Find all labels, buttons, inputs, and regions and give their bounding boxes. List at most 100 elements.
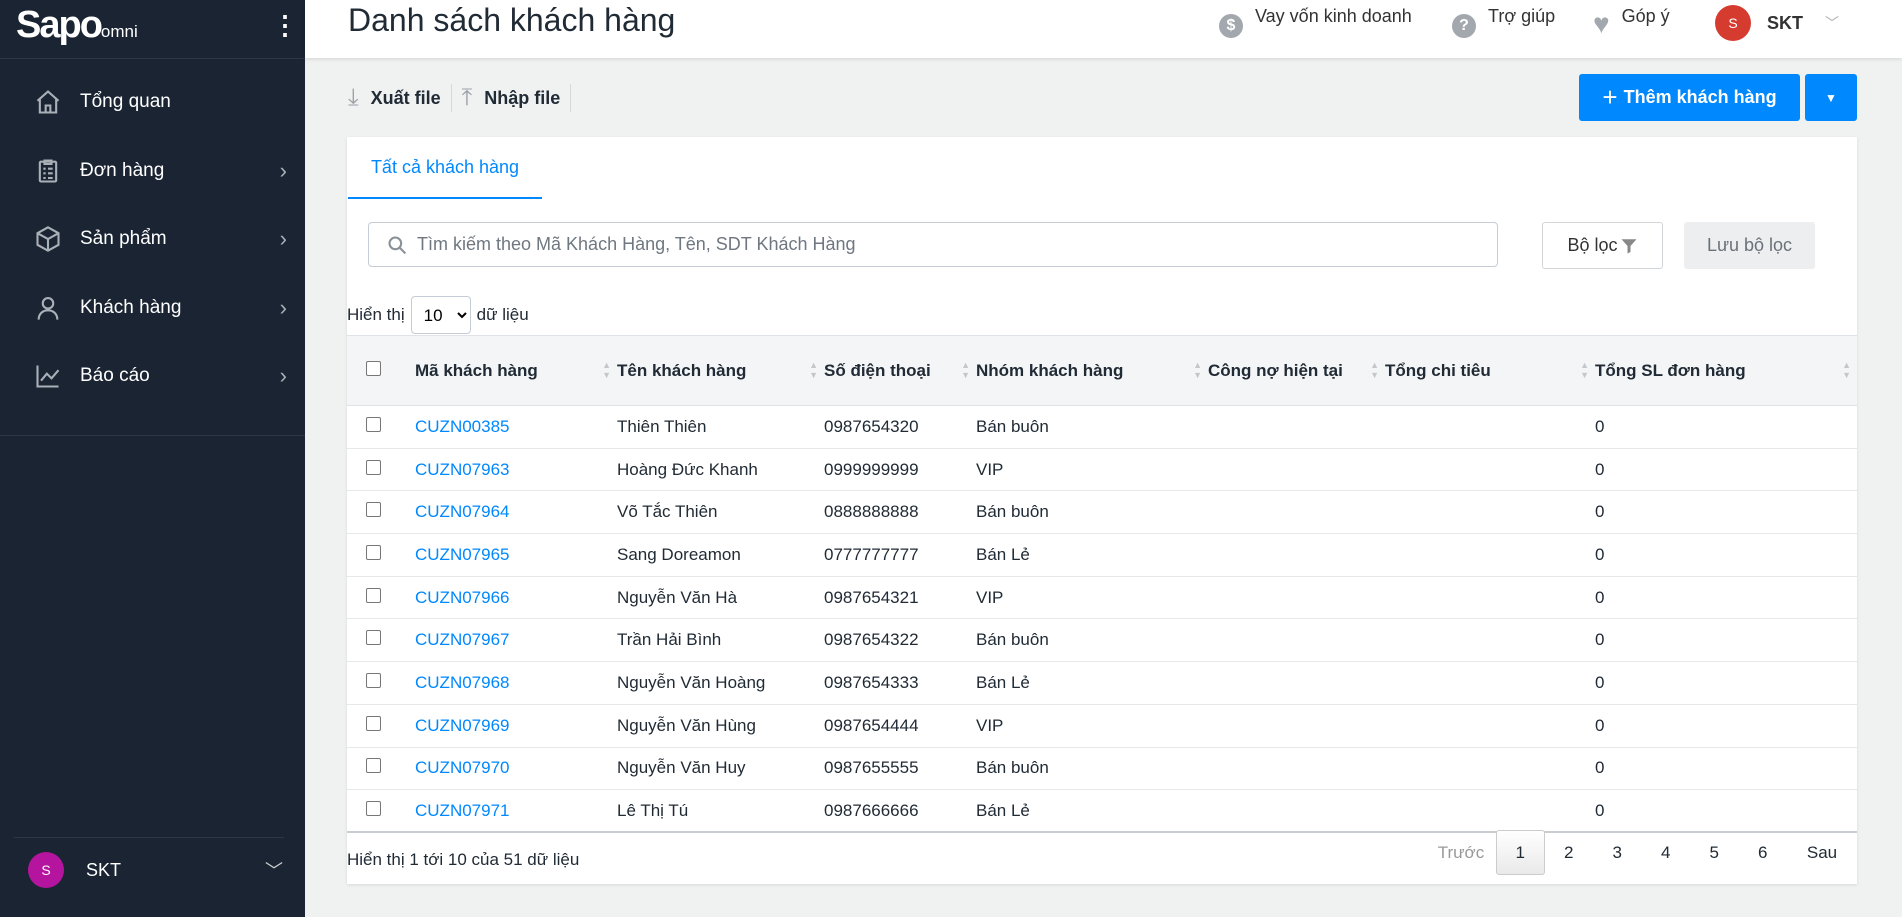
next-page-button[interactable]: Sau bbox=[1787, 830, 1857, 875]
customer-code-link[interactable]: CUZN07967 bbox=[415, 630, 510, 649]
cell-code: CUZN07965 bbox=[415, 533, 617, 577]
chevron-down-icon: ﹀ bbox=[265, 861, 283, 881]
sort-icon[interactable]: ▲ ▼ bbox=[1580, 360, 1589, 380]
page-title: Danh sách khách hàng bbox=[348, 2, 676, 38]
page-button[interactable]: 6 bbox=[1739, 830, 1788, 875]
customer-code-link[interactable]: CUZN07969 bbox=[415, 716, 510, 735]
export-button[interactable]: ⤓ Xuất file bbox=[348, 84, 452, 112]
sort-icon[interactable]: ▲ ▼ bbox=[1370, 360, 1379, 380]
customer-code-link[interactable]: CUZN07964 bbox=[415, 502, 510, 521]
sort-icon[interactable]: ▲ ▼ bbox=[1193, 360, 1202, 380]
table-row[interactable]: CUZN07964 Võ Tắc Thiên 0888888888 Bán buôn 0 bbox=[347, 490, 1857, 535]
sidebar-item-overview[interactable]: Tổng quan bbox=[0, 76, 305, 128]
sidebar-item-customers[interactable]: Khách hàng › bbox=[0, 282, 305, 334]
sort-icon[interactable]: ▲ ▼ bbox=[809, 360, 818, 380]
customer-code-link[interactable]: CUZN07965 bbox=[415, 545, 510, 564]
column-header[interactable]: Mã khách hàng ▲ ▼ bbox=[415, 335, 617, 406]
table-cell: Lê Thị Tú bbox=[617, 789, 824, 834]
column-header[interactable]: Nhóm khách hàng ▲ ▼ bbox=[976, 335, 1208, 406]
table-cell bbox=[1208, 576, 1385, 620]
prev-page-button[interactable]: Trước bbox=[1426, 830, 1496, 875]
column-header[interactable]: Tổng chi tiêu ▲ ▼ bbox=[1385, 335, 1595, 406]
customer-card: Tất cả khách hàng Bộ lọc Lưu bộ lọc Hiển… bbox=[347, 137, 1857, 884]
page-button[interactable]: 1 bbox=[1496, 830, 1545, 875]
table-row[interactable]: CUZN07966 Nguyễn Văn Hà 0987654321 VIP 0 bbox=[347, 576, 1857, 620]
table-cell bbox=[1385, 747, 1595, 791]
add-customer-button[interactable]: + Thêm khách hàng bbox=[1579, 74, 1800, 121]
table-cell: 0987666666 bbox=[824, 789, 976, 834]
row-checkbox[interactable] bbox=[366, 630, 381, 646]
save-filter-button[interactable]: Lưu bộ lọc bbox=[1684, 222, 1815, 269]
select-all-checkbox[interactable] bbox=[366, 360, 381, 376]
row-checkbox[interactable] bbox=[366, 502, 381, 518]
row-checkbox[interactable] bbox=[366, 672, 381, 688]
table-row[interactable]: CUZN07971 Lê Thị Tú 0987666666 Bán Lẻ 0 bbox=[347, 789, 1857, 834]
sidebar-user[interactable]: S SKT ﹀ bbox=[28, 852, 283, 888]
column-header-label: Mã khách hàng bbox=[415, 360, 538, 380]
row-checkbox[interactable] bbox=[366, 587, 381, 603]
funnel-icon bbox=[1621, 238, 1637, 253]
page-size-select[interactable]: 10 bbox=[410, 296, 471, 334]
loan-link[interactable]: $ Vay vốn kinh doanh bbox=[1219, 6, 1412, 38]
table-cell: Sang Doreamon bbox=[617, 533, 824, 577]
feedback-link[interactable]: ♥ Góp ý bbox=[1593, 6, 1670, 38]
row-checkbox[interactable] bbox=[366, 544, 381, 560]
import-button[interactable]: ⤒ Nhập file bbox=[462, 84, 572, 112]
sort-icon[interactable]: ▲ ▼ bbox=[1842, 360, 1851, 380]
page-button[interactable]: 3 bbox=[1593, 830, 1642, 875]
more-vertical-icon[interactable]: ⋮ bbox=[272, 12, 298, 38]
row-checkbox[interactable] bbox=[366, 800, 381, 816]
sidebar-item-orders[interactable]: Đơn hàng › bbox=[0, 145, 305, 197]
table-cell: 0987655555 bbox=[824, 747, 976, 791]
customer-code-link[interactable]: CUZN07968 bbox=[415, 673, 510, 692]
sort-icon[interactable]: ▲ ▼ bbox=[961, 360, 970, 380]
sort-icon[interactable]: ▲ ▼ bbox=[602, 360, 611, 380]
search-box[interactable] bbox=[368, 222, 1498, 267]
column-header[interactable]: Tên khách hàng ▲ ▼ bbox=[617, 335, 824, 406]
customer-table: Mã khách hàng ▲ ▼ Tên khách hàng ▲ ▼ Số điện t… bbox=[347, 335, 1857, 834]
table-row[interactable]: CUZN07967 Trần Hải Bình 0987654322 Bán buôn… bbox=[347, 618, 1857, 663]
table-row[interactable]: CUZN07968 Nguyễn Văn Hoàng 0987654333 Bán L… bbox=[347, 661, 1857, 705]
page-button[interactable]: 5 bbox=[1690, 830, 1739, 875]
page-size-control: Hiển thị 10 dữ liệu bbox=[347, 296, 529, 334]
chevron-right-icon: › bbox=[279, 158, 287, 183]
add-dropdown-button[interactable]: ▼ bbox=[1805, 74, 1857, 121]
help-link[interactable]: ? Trợ giúp bbox=[1452, 6, 1555, 38]
sidebar-item-products[interactable]: Sản phẩm › bbox=[0, 213, 305, 265]
customer-code-link[interactable]: CUZN07966 bbox=[415, 588, 510, 607]
customer-code-link[interactable]: CUZN07970 bbox=[415, 758, 510, 777]
customer-code-link[interactable]: CUZN07963 bbox=[415, 460, 510, 479]
table-row[interactable]: CUZN07963 Hoàng Đức Khanh 0999999999 VIP 0 bbox=[347, 448, 1857, 492]
search-input[interactable] bbox=[417, 234, 1497, 255]
column-header[interactable]: Tổng SL đơn hàng ▲ ▼ bbox=[1595, 335, 1857, 406]
table-cell: 0 bbox=[1595, 618, 1857, 663]
table-row[interactable]: CUZN00385 Thiên Thiên 0987654320 Bán buôn 0 bbox=[347, 405, 1857, 449]
user-name: SKT bbox=[1767, 12, 1803, 33]
chevron-right-icon: › bbox=[279, 226, 287, 251]
table-cell bbox=[1385, 661, 1595, 705]
table-cell bbox=[1208, 618, 1385, 663]
row-checkbox[interactable] bbox=[366, 758, 381, 774]
page-button[interactable]: 2 bbox=[1545, 830, 1594, 875]
chevron-right-icon: › bbox=[279, 295, 287, 320]
sidebar-item-reports[interactable]: Báo cáo › bbox=[0, 350, 305, 402]
table-row[interactable]: CUZN07969 Nguyễn Văn Hùng 0987654444 VIP 0 bbox=[347, 704, 1857, 748]
user-menu[interactable]: S SKT ﹀ bbox=[1715, 5, 1839, 41]
column-header[interactable]: Công nợ hiện tại ▲ ▼ bbox=[1208, 335, 1385, 406]
row-checkbox[interactable] bbox=[366, 416, 381, 432]
table-row[interactable]: CUZN07970 Nguyễn Văn Huy 0987655555 Bán buô… bbox=[347, 747, 1857, 791]
page-button[interactable]: 4 bbox=[1642, 830, 1691, 875]
filter-button[interactable]: Bộ lọc bbox=[1542, 222, 1663, 269]
table-cell: Trần Hải Bình bbox=[617, 618, 824, 663]
row-checkbox[interactable] bbox=[366, 715, 381, 731]
customer-code-link[interactable]: CUZN07971 bbox=[415, 801, 510, 820]
user-name: SKT bbox=[86, 859, 122, 880]
tab-all-customers[interactable]: Tất cả khách hàng bbox=[348, 137, 542, 199]
column-header[interactable]: Số điện thoại ▲ ▼ bbox=[824, 335, 976, 406]
row-checkbox[interactable] bbox=[366, 459, 381, 475]
table-row[interactable]: CUZN07965 Sang Doreamon 0777777777 Bán Lẻ 0 bbox=[347, 533, 1857, 577]
table-cell: Bán buôn bbox=[976, 490, 1208, 535]
customer-code-link[interactable]: CUZN00385 bbox=[415, 417, 510, 436]
sidebar-item-label: Tổng quan bbox=[80, 91, 171, 112]
logo[interactable]: Sapoomni bbox=[16, 4, 138, 47]
